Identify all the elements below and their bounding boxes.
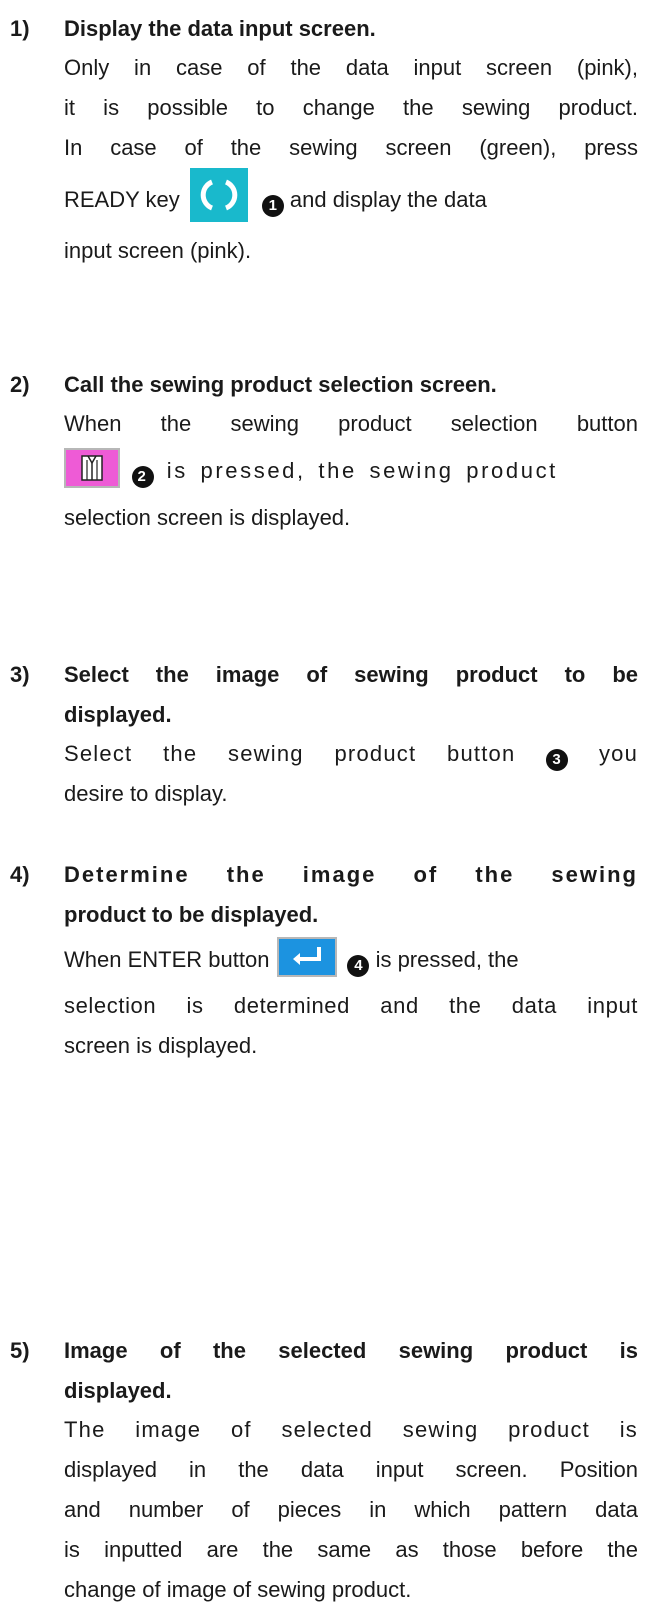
body-line: displayed in the data input screen. Posi… <box>64 1457 638 1482</box>
callout-marker: 3 <box>546 749 569 771</box>
step-title: Determine the image of the sewing produc… <box>64 855 638 935</box>
title-line: product to be displayed. <box>64 902 319 927</box>
body-line: The image of selected sewing product is <box>64 1417 638 1442</box>
step-title: Select the image of sewing product to be… <box>64 655 638 735</box>
title-line: Determine the image of the sewing <box>64 862 638 887</box>
callout-marker: 1 <box>261 195 284 217</box>
body-line: READY key 1 and display the data <box>64 168 638 231</box>
body-line: selection screen is displayed. <box>64 505 351 530</box>
body-line: is inputted are the same as those before… <box>64 1537 638 1562</box>
body-text: and display the data <box>289 187 487 212</box>
body-line: When ENTER button 4 is pressed, the <box>64 934 638 986</box>
body-line: Only in case of the data input screen (p… <box>64 55 638 80</box>
step-body: The image of selected sewing product is … <box>64 1410 638 1610</box>
step-title: Image of the selected sewing product is … <box>64 1331 638 1411</box>
title-line: displayed. <box>64 702 172 727</box>
body-text: you <box>598 741 639 766</box>
body-text: Select the sewing product button <box>64 741 516 766</box>
body-line: input screen (pink). <box>64 238 252 263</box>
step-number: 5) <box>10 1338 30 1363</box>
body-text: is pressed, the sewing product <box>166 458 558 483</box>
step-number: 1) <box>10 16 30 41</box>
body-line: screen is displayed. <box>64 1033 258 1058</box>
ready-key-icon <box>189 168 248 222</box>
shirt-icon <box>64 448 120 488</box>
step-body: When the sewing product selection button… <box>64 404 638 538</box>
step-title: Display the data input screen. <box>64 16 376 41</box>
step-body: When ENTER button 4 is pressed, the selec… <box>64 934 638 1066</box>
body-line: and number of pieces in which pattern da… <box>64 1497 638 1522</box>
callout-marker: 4 <box>347 955 370 977</box>
title-line: Select the image of sewing product to be <box>64 662 638 687</box>
enter-icon <box>277 937 338 977</box>
step-number: 2) <box>10 372 30 397</box>
body-text: When ENTER button <box>64 947 270 972</box>
body-line: When the sewing product selection button <box>64 411 638 436</box>
step-number: 4) <box>10 862 30 887</box>
body-text: is pressed, the <box>375 947 519 972</box>
body-line: change of image of sewing product. <box>64 1577 412 1602</box>
body-line: In case of the sewing screen (green), pr… <box>64 135 638 160</box>
step-body: Select the sewing product button 3 you d… <box>64 734 638 814</box>
step-number: 3) <box>10 662 30 687</box>
body-line: it is possible to change the sewing prod… <box>64 95 638 120</box>
body-line: Select the sewing product button 3 you <box>64 734 638 774</box>
body-line: selection is determined and the data inp… <box>64 993 638 1018</box>
step-title: Call the sewing product selection screen… <box>64 372 497 397</box>
title-line: displayed. <box>64 1378 172 1403</box>
callout-marker: 2 <box>132 466 154 488</box>
body-line: desire to display. <box>64 781 228 806</box>
body-text: READY key <box>64 187 180 212</box>
body-line: 2 is pressed, the sewing product <box>64 444 638 498</box>
step-body: Only in case of the data input screen (p… <box>64 48 638 271</box>
title-line: Image of the selected sewing product is <box>64 1338 638 1363</box>
